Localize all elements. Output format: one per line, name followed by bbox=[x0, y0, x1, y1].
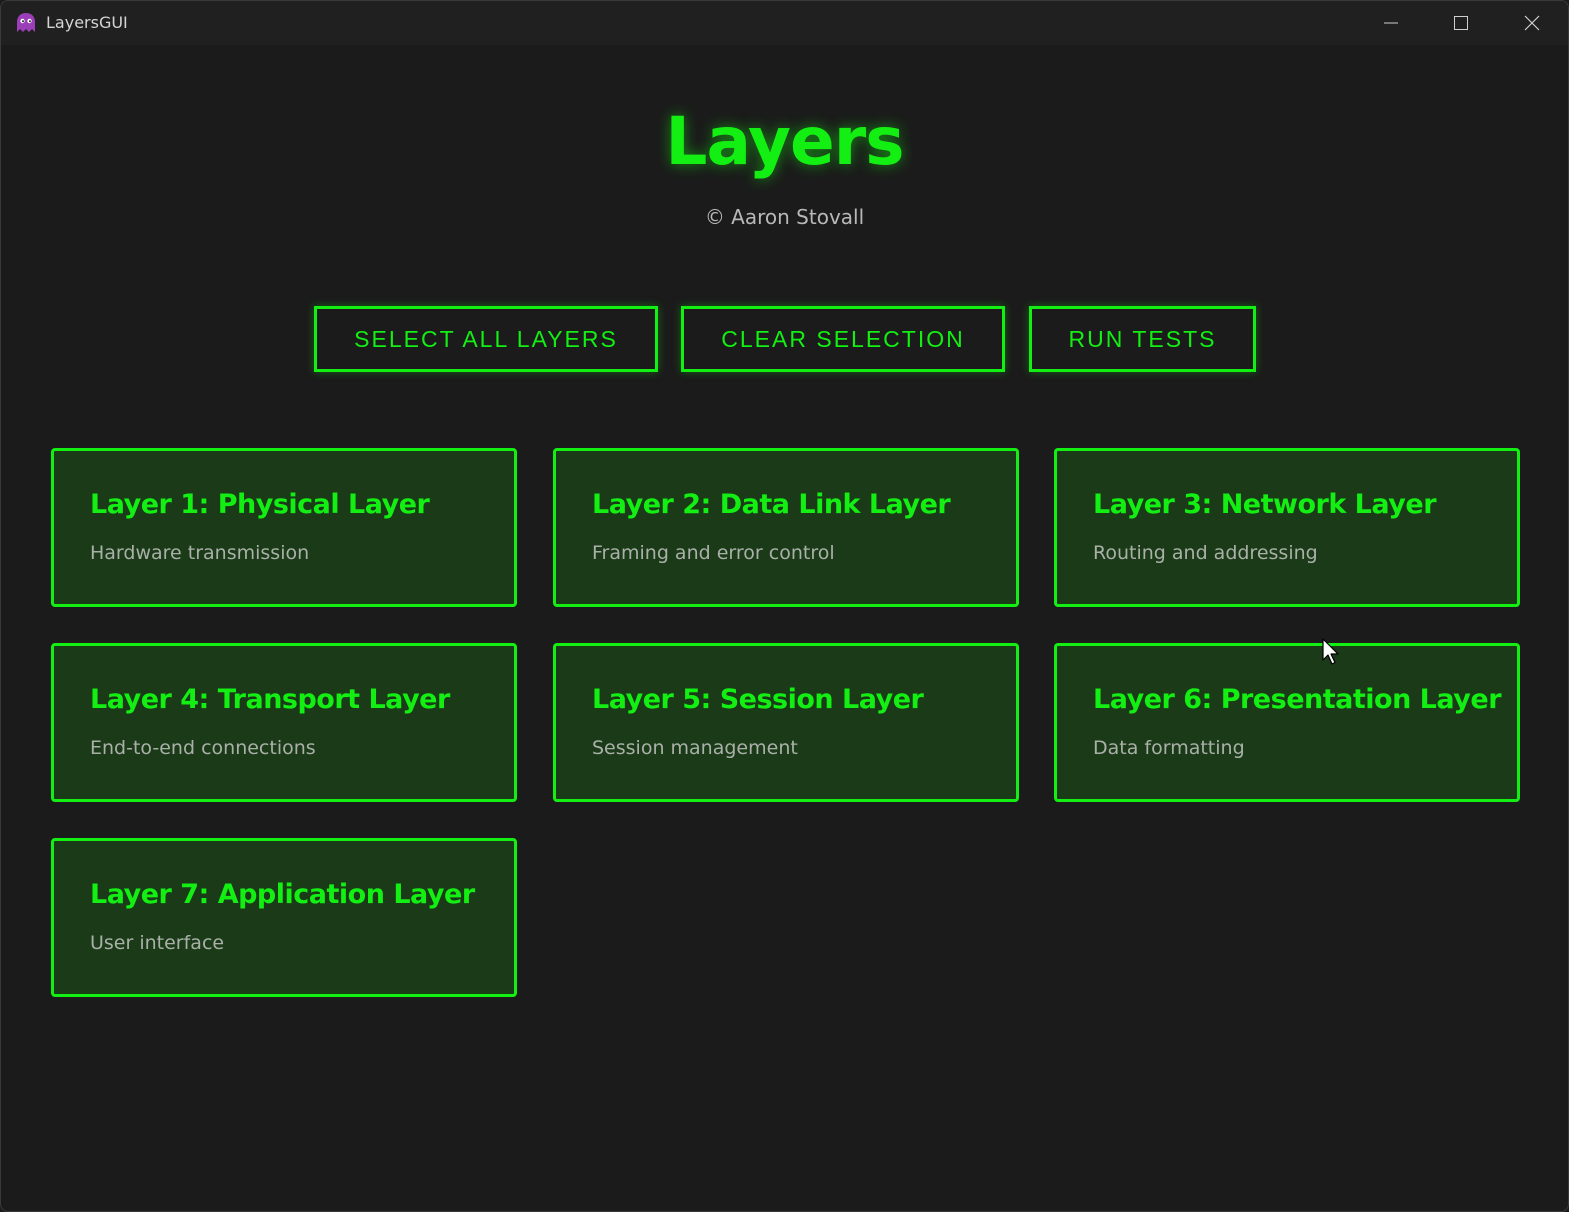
layer-card-3[interactable]: Layer 3: Network Layer Routing and addre… bbox=[1054, 448, 1520, 607]
mouse-pointer-icon bbox=[1322, 638, 1339, 665]
window-title: LayersGUI bbox=[46, 13, 128, 32]
layer-title: Layer 1: Physical Layer bbox=[90, 489, 430, 520]
layer-description: End-to-end connections bbox=[90, 737, 316, 759]
layer-card-5[interactable]: Layer 5: Session Layer Session managemen… bbox=[553, 643, 1019, 802]
maximize-button[interactable] bbox=[1426, 1, 1496, 45]
app-logo-icon bbox=[17, 13, 35, 32]
layer-description: Data formatting bbox=[1093, 737, 1245, 759]
main-content: Layers © Aaron Stovall SELECT ALL LAYERS… bbox=[1, 45, 1568, 1211]
layer-title: Layer 3: Network Layer bbox=[1093, 489, 1437, 520]
layer-description: Framing and error control bbox=[592, 542, 835, 564]
layer-description: User interface bbox=[90, 932, 225, 954]
layer-title: Layer 6: Presentation Layer bbox=[1093, 684, 1502, 715]
layer-description: Routing and addressing bbox=[1093, 542, 1318, 564]
close-icon bbox=[1524, 15, 1540, 31]
layer-card-7[interactable]: Layer 7: Application Layer User interfac… bbox=[51, 838, 517, 997]
layer-card-6[interactable]: Layer 6: Presentation Layer Data formatt… bbox=[1054, 643, 1520, 802]
clear-selection-button[interactable]: CLEAR SELECTION bbox=[681, 306, 1005, 372]
layer-description: Hardware transmission bbox=[90, 542, 310, 564]
layer-title: Layer 4: Transport Layer bbox=[90, 684, 450, 715]
select-all-layers-button[interactable]: SELECT ALL LAYERS bbox=[314, 306, 658, 372]
close-button[interactable] bbox=[1497, 1, 1567, 45]
title-bar[interactable]: LayersGUI bbox=[1, 1, 1568, 45]
run-tests-button[interactable]: RUN TESTS bbox=[1029, 306, 1256, 372]
maximize-icon bbox=[1454, 16, 1468, 30]
copyright-text: © Aaron Stovall bbox=[704, 205, 865, 229]
app-window: LayersGUI Layers © Aaron Stovall SELECT … bbox=[0, 0, 1569, 1212]
layer-card-2[interactable]: Layer 2: Data Link Layer Framing and err… bbox=[553, 448, 1019, 607]
layer-title: Layer 2: Data Link Layer bbox=[592, 489, 951, 520]
layer-description: Session management bbox=[592, 737, 798, 759]
minimize-button[interactable] bbox=[1356, 1, 1426, 45]
layer-title: Layer 7: Application Layer bbox=[90, 879, 475, 910]
layer-card-4[interactable]: Layer 4: Transport Layer End-to-end conn… bbox=[51, 643, 517, 802]
layer-title: Layer 5: Session Layer bbox=[592, 684, 924, 715]
page-title: Layers bbox=[665, 103, 904, 180]
minimize-icon bbox=[1384, 22, 1398, 24]
layer-card-1[interactable]: Layer 1: Physical Layer Hardware transmi… bbox=[51, 448, 517, 607]
